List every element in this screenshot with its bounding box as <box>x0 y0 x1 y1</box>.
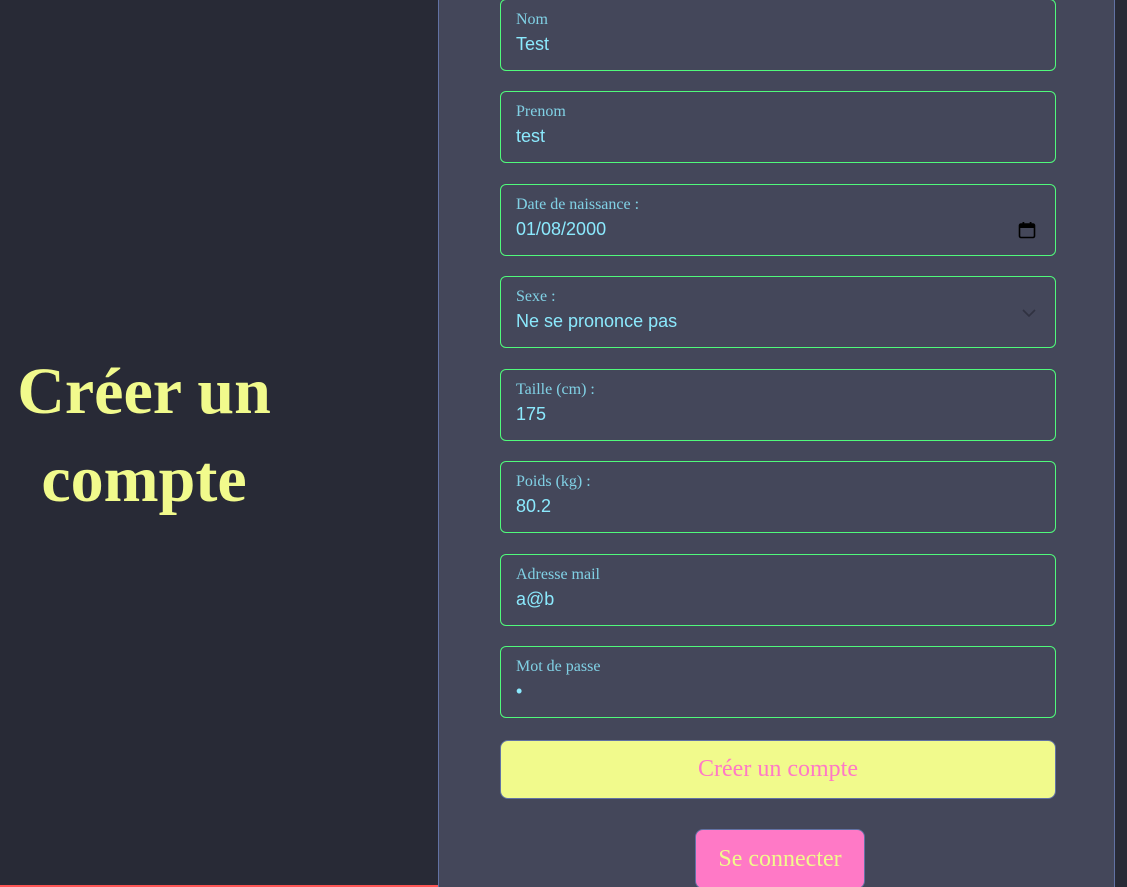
prenom-field[interactable]: Prenom test <box>500 91 1056 163</box>
poids-field[interactable]: Poids (kg) : 80.2 <box>500 461 1056 533</box>
nom-input[interactable]: Test <box>516 34 549 55</box>
page-title-line-2: compte <box>41 443 247 516</box>
poids-label: Poids (kg) : <box>516 473 591 490</box>
page-title: Créer un compte <box>0 348 288 524</box>
date-naissance-label: Date de naissance : <box>516 196 640 213</box>
date-naissance-input[interactable]: 01/08/2000 <box>516 219 606 240</box>
login-button[interactable]: Se connecter <box>695 829 865 887</box>
chevron-down-icon[interactable] <box>1021 307 1037 319</box>
sexe-select[interactable]: Sexe : Ne se prononce pas <box>500 276 1056 348</box>
create-account-button[interactable]: Créer un compte <box>500 740 1056 799</box>
nom-label: Nom <box>516 11 548 28</box>
email-input[interactable]: a@b <box>516 589 554 610</box>
date-naissance-field[interactable]: Date de naissance : 01/08/2000 <box>500 184 1056 256</box>
password-label: Mot de passe <box>516 658 601 675</box>
sexe-label: Sexe : <box>516 288 556 305</box>
page-title-line-1: Créer un <box>17 355 271 428</box>
sexe-value[interactable]: Ne se prononce pas <box>516 311 677 332</box>
taille-label: Taille (cm) : <box>516 381 595 398</box>
email-label: Adresse mail <box>516 566 600 583</box>
taille-input[interactable]: 175 <box>516 404 546 425</box>
signup-form: Nom Test Prenom test Date de naissance :… <box>438 0 1115 887</box>
password-input[interactable]: • <box>516 681 522 702</box>
prenom-input[interactable]: test <box>516 126 545 147</box>
hero-panel: Créer un compte <box>0 0 438 887</box>
prenom-label: Prenom <box>516 103 566 120</box>
signup-page: Créer un compte Nom Test Prenom test Dat… <box>0 0 1127 887</box>
poids-input[interactable]: 80.2 <box>516 496 551 517</box>
taille-field[interactable]: Taille (cm) : 175 <box>500 369 1056 441</box>
email-field[interactable]: Adresse mail a@b <box>500 554 1056 626</box>
nom-field[interactable]: Nom Test <box>500 0 1056 71</box>
password-field[interactable]: Mot de passe • <box>500 646 1056 718</box>
calendar-icon[interactable] <box>1018 221 1036 239</box>
